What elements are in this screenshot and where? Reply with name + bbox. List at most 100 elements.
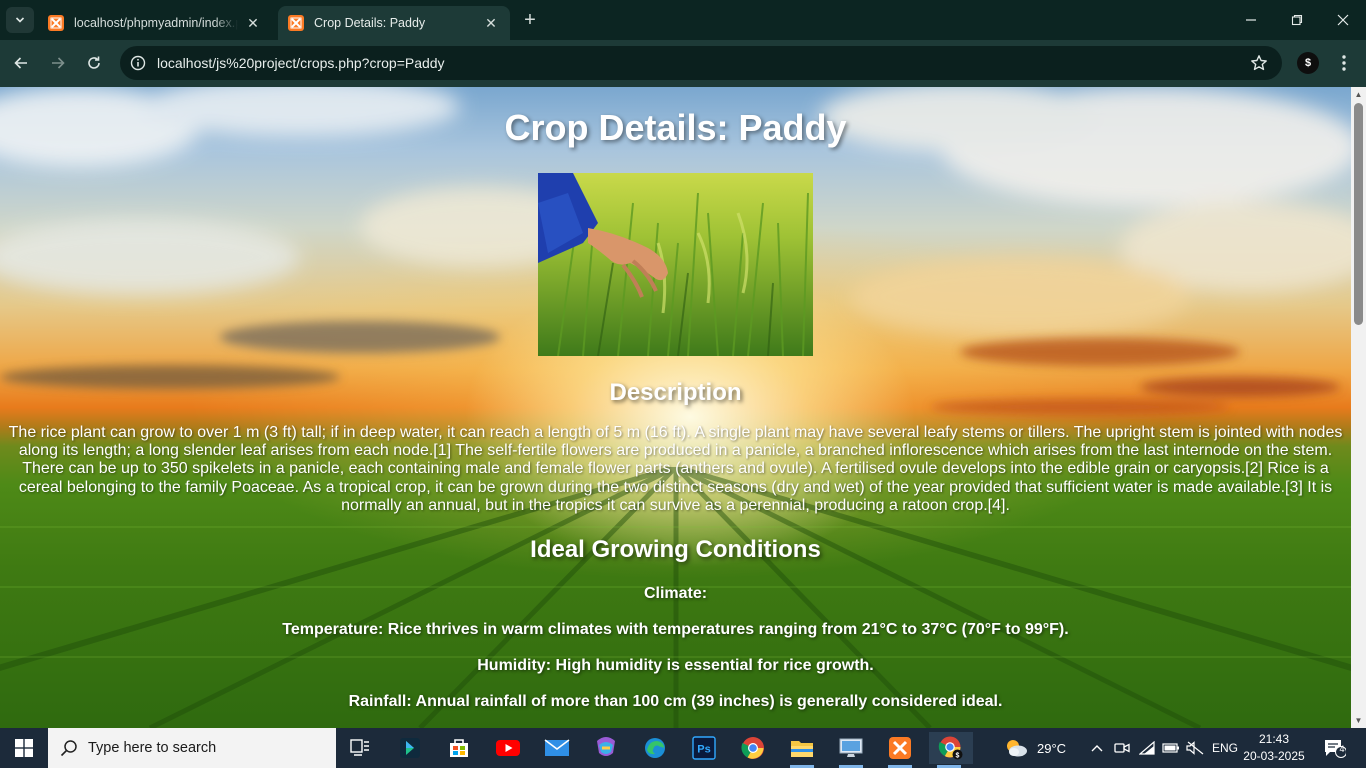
taskbar-app-remote-desktop[interactable]: [831, 732, 871, 768]
taskbar-clock[interactable]: 21:43 20-03-2025: [1240, 731, 1308, 765]
close-icon[interactable]: ✕: [244, 14, 262, 32]
tab-search-button[interactable]: [6, 7, 34, 33]
address-bar[interactable]: localhost/js%20project/crops.php?crop=Pa…: [120, 46, 1282, 80]
minimize-icon: [1246, 19, 1256, 21]
taskbar-app-microsoft-store[interactable]: [439, 732, 479, 764]
search-placeholder: Type here to search: [88, 740, 217, 756]
arrow-right-icon: [52, 57, 65, 69]
task-view-button[interactable]: [340, 732, 380, 764]
scroll-up-icon[interactable]: ▲: [1354, 90, 1363, 99]
wifi-icon: [1139, 741, 1155, 755]
crop-details-page: Crop Details: Paddy Description The rice…: [0, 87, 1351, 711]
camera-icon: [1114, 743, 1130, 753]
close-icon: [1337, 14, 1349, 26]
language-indicator: ENG: [1212, 741, 1239, 755]
star-bookmark-icon[interactable]: [1250, 54, 1268, 72]
svg-text:$: $: [956, 752, 960, 759]
weather-widget[interactable]: 29°C: [1003, 728, 1066, 768]
more-menu-icon[interactable]: [1334, 53, 1354, 73]
back-button[interactable]: [8, 50, 34, 76]
tray-language[interactable]: ENG: [1212, 728, 1238, 768]
svg-text:Ps: Ps: [697, 744, 710, 756]
taskbar-app-photoshop[interactable]: Ps: [684, 732, 724, 764]
scrollbar-thumb[interactable]: [1354, 103, 1363, 325]
chevron-up-icon: [1091, 745, 1103, 752]
weather-temperature: 29°C: [1037, 740, 1067, 756]
m365-icon: [597, 737, 615, 756]
volume-muted-icon: [1186, 741, 1204, 755]
tray-network[interactable]: [1139, 728, 1155, 768]
windows-taskbar: Type here to search Ps $ 29°C ENG 21:43 …: [0, 728, 1366, 768]
taskbar-app-edge[interactable]: [635, 732, 675, 764]
paddy-field-image: [538, 173, 813, 356]
tray-volume[interactable]: [1186, 728, 1204, 768]
tab-title: Crop Details: Paddy: [314, 16, 426, 30]
store-icon: [400, 738, 420, 758]
tab-crop-details[interactable]: Crop Details: Paddy ✕: [278, 6, 510, 40]
clock-date: 20-03-2025: [1243, 749, 1305, 763]
start-button[interactable]: [0, 728, 48, 768]
windows-start-icon: [15, 739, 33, 757]
profile-avatar[interactable]: $: [1297, 52, 1319, 74]
tab-title: localhost/phpmyadmin/index.php: [74, 16, 238, 30]
growing-conditions-heading: Ideal Growing Conditions: [530, 536, 821, 564]
taskbar-app-m365[interactable]: [586, 732, 626, 764]
xampp-favicon-icon: [48, 15, 64, 31]
taskbar-app-chrome[interactable]: [733, 732, 773, 764]
arrow-left-icon: [14, 57, 27, 69]
taskbar-app-xampp[interactable]: [880, 732, 920, 768]
description-text: The rice plant can grow to over 1 m (3 f…: [8, 424, 1343, 514]
minimize-button[interactable]: [1228, 0, 1274, 40]
chrome-icon: [741, 737, 764, 759]
browser-toolbar: localhost/js%20project/crops.php?crop=Pa…: [0, 40, 1366, 87]
taskbar-app-file-explorer[interactable]: [782, 732, 822, 768]
file-explorer-icon: [791, 741, 813, 757]
reload-icon: [88, 56, 100, 69]
battery-icon: [1162, 743, 1179, 753]
restore-icon: [1291, 14, 1303, 26]
microsoft-store-icon: [450, 739, 468, 757]
edge-icon: [645, 738, 665, 758]
new-tab-button[interactable]: +: [518, 8, 542, 32]
tab-phpmyadmin[interactable]: localhost/phpmyadmin/index.php ✕: [38, 6, 272, 40]
search-icon: [60, 740, 77, 757]
notification-center-button[interactable]: 4: [1324, 738, 1347, 758]
taskbar-app-youtube[interactable]: [488, 732, 528, 764]
chrome-icon: $: [938, 736, 963, 760]
url-text: localhost/js%20project/crops.php?crop=Pa…: [157, 55, 445, 71]
clock-time: 21:43: [1258, 732, 1290, 746]
task-view-icon: [350, 739, 369, 756]
climate-label: Climate:: [643, 585, 708, 603]
taskbar-app-store[interactable]: [390, 732, 430, 764]
forward-button[interactable]: [45, 50, 71, 76]
weather-icon: [1007, 740, 1027, 757]
close-window-button[interactable]: [1320, 0, 1366, 40]
youtube-icon: [496, 740, 520, 756]
scroll-down-icon[interactable]: ▼: [1354, 716, 1363, 725]
taskbar-search[interactable]: Type here to search: [48, 728, 336, 768]
taskbar-app-mail[interactable]: [537, 732, 577, 764]
notification-count: 4: [1339, 744, 1345, 754]
tray-battery[interactable]: [1162, 728, 1180, 768]
page-viewport: Crop Details: Paddy Description The rice…: [0, 87, 1351, 728]
browser-tabbar: localhost/phpmyadmin/index.php ✕ Crop De…: [0, 0, 1366, 40]
site-info-icon[interactable]: [130, 55, 146, 71]
tray-meet-now[interactable]: [1114, 728, 1130, 768]
page-scrollbar[interactable]: ▲ ▼: [1351, 87, 1366, 728]
taskbar-app-chrome-profile[interactable]: $: [929, 732, 973, 768]
temperature-text: Temperature: Rice thrives in warm climat…: [282, 621, 1069, 639]
restore-button[interactable]: [1274, 0, 1320, 40]
remote-desktop-icon: [839, 738, 863, 757]
xampp-icon: [889, 737, 911, 759]
rainfall-text: Rainfall: Annual rainfall of more than 1…: [348, 693, 1003, 711]
xampp-favicon-icon: [288, 15, 304, 31]
show-hidden-icons[interactable]: [1090, 728, 1104, 768]
page-title: Crop Details: Paddy: [504, 107, 847, 148]
reload-button[interactable]: [81, 50, 107, 76]
description-heading: Description: [609, 379, 742, 406]
chevron-down-icon: [15, 17, 25, 23]
close-icon[interactable]: ✕: [482, 14, 500, 32]
mail-icon: [544, 739, 570, 756]
photoshop-icon: Ps: [692, 736, 716, 760]
humidity-text: Humidity: High humidity is essential for…: [477, 657, 874, 675]
